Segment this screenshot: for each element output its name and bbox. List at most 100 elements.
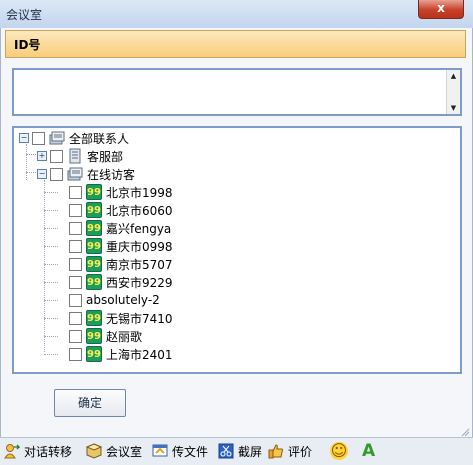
- visitor-label: 北京市6060: [106, 203, 173, 218]
- transfer-chat-button[interactable]: 对话转移: [4, 442, 72, 460]
- group-checkbox[interactable]: [50, 167, 63, 181]
- visitor-checkbox[interactable]: [69, 329, 82, 343]
- meeting-label: 会议室: [106, 444, 143, 459]
- transfer-label: 对话转移: [24, 444, 73, 459]
- visitor-item[interactable]: 99 无锡市7410: [69, 309, 173, 327]
- scroll-down-icon[interactable]: ▼: [447, 103, 460, 113]
- qq-glyph: 99: [86, 256, 102, 272]
- visitor-label: 西安市9229: [106, 275, 173, 290]
- send-file-button[interactable]: 传文件: [152, 442, 208, 460]
- rate-button[interactable]: 评价: [268, 442, 312, 460]
- contact-tree: − 全部联系人 + 客服部 − 在线访客 99 北京市1998 99 北京市6060 9…: [12, 126, 462, 374]
- visitor-label: 重庆市0998: [106, 239, 173, 254]
- tree-root-label: 全部联系人: [69, 131, 130, 146]
- tree-line: [44, 228, 58, 229]
- qq-icon: 99: [86, 274, 102, 290]
- folder-icon: [67, 148, 83, 164]
- tree-line: [44, 318, 58, 319]
- tree-line: [44, 210, 58, 211]
- tree-line: [44, 180, 45, 352]
- resize-grip-icon[interactable]: [460, 426, 470, 437]
- confirm-button[interactable]: 确定: [54, 389, 126, 417]
- visitor-checkbox[interactable]: [69, 239, 82, 253]
- visitor-item[interactable]: 99 重庆市0998: [69, 237, 173, 255]
- visitor-label: 赵丽歌: [106, 329, 143, 344]
- visitor-checkbox[interactable]: [69, 311, 82, 325]
- close-button[interactable]: x: [418, 0, 464, 19]
- visitor-label: absolutely-2: [86, 293, 160, 307]
- emoji-button[interactable]: ☺: [330, 442, 348, 460]
- tree-line: [44, 192, 58, 193]
- screenshot-label: 截屏: [238, 444, 263, 459]
- visitor-checkbox[interactable]: [69, 203, 82, 217]
- send-file-icon: [152, 443, 168, 459]
- visitor-item[interactable]: 99 上海市2401: [69, 345, 173, 363]
- visitor-item[interactable]: 99 南京市5707: [69, 255, 173, 273]
- screenshot-button[interactable]: 截屏: [218, 442, 262, 460]
- visitor-checkbox[interactable]: [69, 347, 82, 361]
- qq-glyph: 99: [86, 202, 102, 218]
- contacts-icon: [67, 166, 83, 182]
- collapse-icon[interactable]: −: [19, 133, 29, 143]
- visitor-label: 北京市1998: [106, 185, 173, 200]
- id-input[interactable]: ▲ ▼: [12, 68, 462, 116]
- visitor-label: 南京市5707: [106, 257, 173, 272]
- id-input-scrollbar[interactable]: ▲ ▼: [446, 70, 460, 114]
- root-checkbox[interactable]: [32, 131, 45, 145]
- bottom-toolbar: 对话转移 会议室 传文件 截屏 评价 ☺ A: [0, 438, 473, 465]
- visitor-checkbox[interactable]: [69, 185, 82, 199]
- meeting-icon: [86, 443, 102, 459]
- qq-icon: 99: [86, 256, 102, 272]
- expand-icon[interactable]: +: [37, 151, 47, 161]
- qq-glyph: 99: [86, 274, 102, 290]
- close-icon: x: [437, 1, 445, 15]
- collapse-icon[interactable]: −: [37, 169, 47, 179]
- visitor-item[interactable]: absolutely-2: [69, 291, 160, 309]
- visitor-item[interactable]: 99 西安市9229: [69, 273, 173, 291]
- transfer-icon: [4, 443, 20, 459]
- qq-glyph: 99: [86, 184, 102, 200]
- visitor-item[interactable]: 99 北京市6060: [69, 201, 173, 219]
- qq-glyph: 99: [86, 220, 102, 236]
- tree-line: [26, 144, 27, 180]
- font-button[interactable]: A: [362, 441, 375, 461]
- scroll-up-icon[interactable]: ▲: [447, 71, 460, 81]
- qq-glyph: 99: [86, 346, 102, 362]
- tree-group-visitors[interactable]: − 在线访客: [37, 165, 135, 183]
- qq-icon: 99: [86, 346, 102, 362]
- visitor-item[interactable]: 99 嘉兴fengya: [69, 219, 171, 237]
- qq-icon: 99: [86, 238, 102, 254]
- emoji-icon: ☺: [330, 441, 348, 460]
- visitor-label: 嘉兴fengya: [106, 221, 172, 236]
- group-label: 客服部: [87, 149, 124, 164]
- group-label: 在线访客: [87, 167, 136, 182]
- tree-group-service[interactable]: + 客服部: [37, 147, 123, 165]
- meeting-room-button[interactable]: 会议室: [86, 442, 142, 460]
- visitor-checkbox[interactable]: [69, 275, 82, 289]
- qq-icon: 99: [86, 202, 102, 218]
- visitor-checkbox[interactable]: [69, 221, 82, 235]
- visitor-label: 上海市2401: [106, 347, 173, 362]
- tree-line: [44, 336, 58, 337]
- send-file-label: 传文件: [172, 444, 209, 459]
- tree-line: [44, 282, 58, 283]
- qq-glyph: 99: [86, 328, 102, 344]
- visitor-item[interactable]: 99 北京市1998: [69, 183, 173, 201]
- group-checkbox[interactable]: [50, 149, 63, 163]
- visitor-item[interactable]: 99 赵丽歌: [69, 327, 142, 345]
- id-header: ID号: [5, 30, 466, 58]
- tree-line: [44, 300, 58, 301]
- rate-label: 评价: [288, 444, 313, 459]
- qq-icon: 99: [86, 310, 102, 326]
- scissors-icon: [218, 443, 234, 459]
- tree-line: [44, 264, 58, 265]
- visitor-checkbox[interactable]: [69, 293, 82, 307]
- qq-glyph: 99: [86, 310, 102, 326]
- tree-root[interactable]: − 全部联系人: [19, 129, 129, 147]
- visitor-label: 无锡市7410: [106, 311, 173, 326]
- qq-icon: 99: [86, 328, 102, 344]
- visitor-checkbox[interactable]: [69, 257, 82, 271]
- tree-line: [44, 246, 58, 247]
- thumbs-up-icon: [268, 443, 284, 459]
- qq-icon: 99: [86, 220, 102, 236]
